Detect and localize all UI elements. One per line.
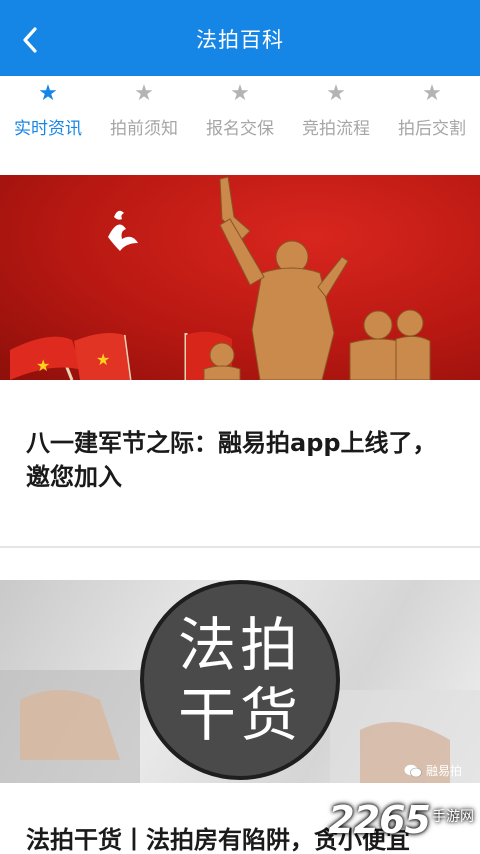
tab-registration[interactable]: ★ 报名交保 xyxy=(192,76,288,148)
article-card[interactable]: ★ ★ 八一建军节之际：融易拍app上线了，邀您加入 xyxy=(0,175,480,548)
svg-text:★: ★ xyxy=(36,356,50,375)
tab-label: 实时资讯 xyxy=(14,119,82,139)
tab-label: 拍后交割 xyxy=(398,119,466,139)
star-icon: ★ xyxy=(134,81,154,106)
tab-label: 报名交保 xyxy=(206,119,274,139)
article-cover-image: 法拍 干货 融易拍 xyxy=(0,580,480,783)
category-tabs: ★ 实时资讯 ★ 拍前须知 ★ 报名交保 ★ 竞拍流程 ★ 拍后交割 xyxy=(0,76,480,148)
army-day-illustration: ★ ★ xyxy=(10,176,431,380)
badge-text: 干货 xyxy=(177,681,302,749)
tab-label: 拍前须知 xyxy=(110,119,178,139)
wechat-icon xyxy=(404,764,422,777)
watermark-number: 2265 xyxy=(328,798,431,842)
tab-label: 竞拍流程 xyxy=(302,119,370,139)
tab-bidding-process[interactable]: ★ 竞拍流程 xyxy=(288,76,384,148)
app-header: 法拍百科 xyxy=(0,0,480,76)
article-feed: ★ ★ 八一建军节之际：融易拍app上线了，邀您加入 法拍 干货 融易拍 法拍干… xyxy=(0,175,480,854)
page-title: 法拍百科 xyxy=(196,28,284,52)
article-cover-image: ★ ★ xyxy=(0,175,480,380)
star-icon: ★ xyxy=(38,81,58,106)
star-icon: ★ xyxy=(230,81,250,106)
tab-pre-auction[interactable]: ★ 拍前须知 xyxy=(96,76,192,148)
tab-post-auction[interactable]: ★ 拍后交割 xyxy=(384,76,480,148)
source-tag: 融易拍 xyxy=(404,762,462,779)
badge-text: 法拍 xyxy=(177,611,302,679)
svg-text:★: ★ xyxy=(96,350,110,369)
tab-realtime-news[interactable]: ★ 实时资讯 xyxy=(0,76,96,148)
site-watermark: 2265 手游网 xyxy=(328,798,474,842)
star-icon: ★ xyxy=(422,81,442,106)
badge-circle: 法拍 干货 xyxy=(140,580,340,780)
watermark-text: 手游网 xyxy=(432,809,474,825)
article-title: 八一建军节之际：融易拍app上线了，邀您加入 xyxy=(26,429,437,491)
star-icon: ★ xyxy=(326,81,346,106)
source-name: 融易拍 xyxy=(425,764,462,778)
